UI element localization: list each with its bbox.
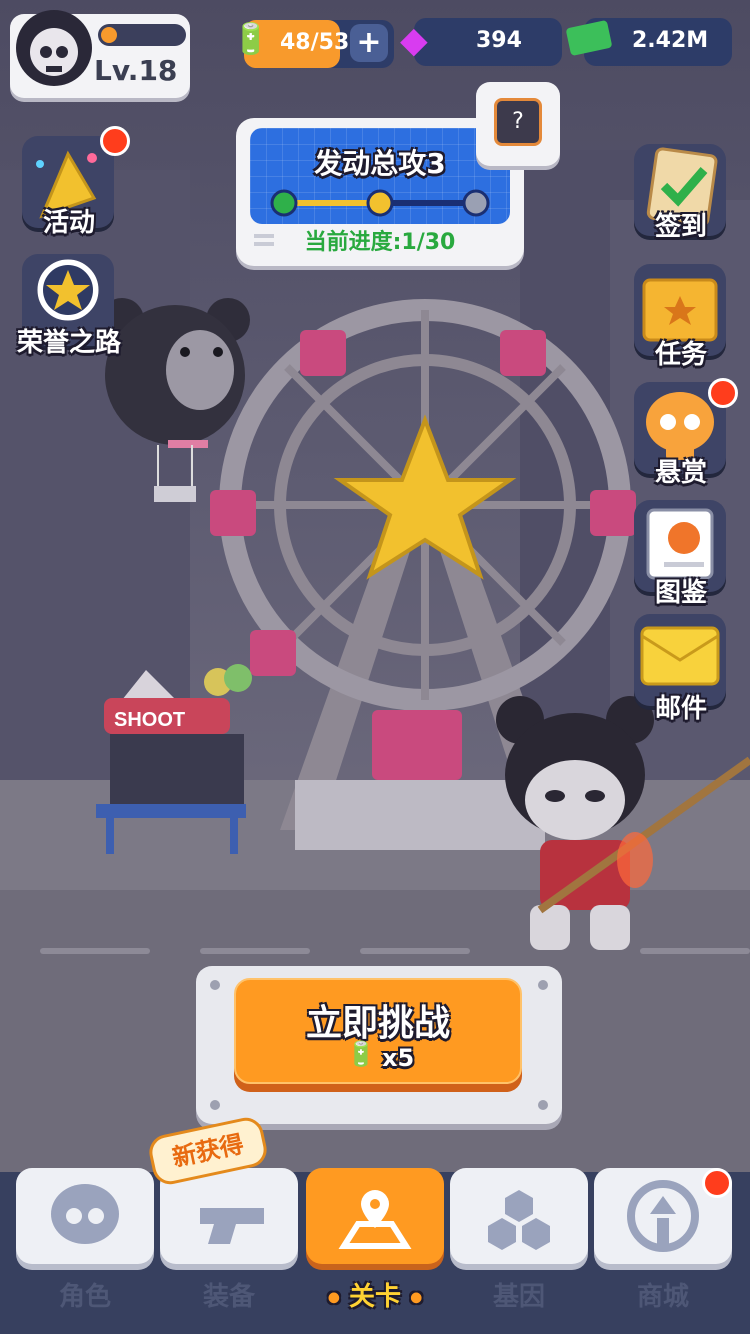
battery-icon: 🔋 — [346, 1040, 376, 1068]
booth-sign: SHOOT — [114, 709, 185, 731]
xp-fill — [101, 27, 117, 43]
skull-icon — [51, 1184, 119, 1244]
energy-counter[interactable]: 🔋 48/53 + — [232, 20, 394, 68]
nav-character[interactable] — [16, 1168, 154, 1264]
signin-label: 签到 — [654, 212, 707, 242]
map-pin-icon — [338, 1190, 412, 1249]
player-level: Lv.18 — [94, 54, 178, 87]
events-label: 活动 — [42, 208, 95, 238]
shooting-booth: SHOOT — [96, 664, 252, 854]
add-energy-button[interactable]: + — [350, 24, 388, 62]
challenge-cost: x5 — [382, 1044, 415, 1072]
hexagon-cluster-icon — [488, 1190, 550, 1250]
quest-boss-preview[interactable]: ? — [476, 82, 560, 166]
bolt-icon — [538, 980, 548, 990]
gun-icon — [200, 1208, 264, 1244]
nav-stage-text: 关卡 — [348, 1282, 401, 1312]
bolt-icon — [210, 980, 220, 990]
battery-icon: 🔋 — [232, 22, 270, 57]
nav-equipment-label: 装备 — [202, 1282, 255, 1312]
player-profile[interactable]: Lv.18 — [10, 10, 190, 98]
quest-progress-track — [270, 189, 490, 217]
events-badge — [100, 126, 130, 156]
road-marking — [40, 948, 150, 954]
gem-value: 394 — [476, 28, 522, 53]
gem-icon: ◆ — [400, 20, 428, 61]
unknown-boss-icon: ? — [494, 98, 542, 146]
bolt-icon — [210, 1100, 220, 1110]
challenge-label: 立即挑战 — [305, 1003, 450, 1044]
dot-icon: ● — [410, 1289, 423, 1306]
quest-progress-text: 当前进度:1/30 — [304, 230, 456, 255]
nav-shop-label: 商城 — [636, 1282, 689, 1312]
road-marking — [360, 948, 470, 954]
bounty-label: 悬赏 — [654, 458, 707, 488]
nav-equipment[interactable] — [160, 1168, 298, 1264]
nav-gene-label: 基因 — [492, 1282, 545, 1312]
cash-value: 2.42M — [632, 28, 709, 53]
avatar[interactable] — [16, 10, 92, 86]
bolt-icon — [538, 1100, 548, 1110]
tasks-label: 任务 — [654, 340, 707, 370]
road-marking — [200, 948, 310, 954]
xp-bar — [98, 24, 186, 46]
gem-counter[interactable]: ◆ 394 — [400, 18, 562, 66]
honor-road-label: 荣誉之路 — [16, 328, 121, 358]
shop-badge — [702, 1168, 732, 1198]
quest-title: 发动总攻3 — [314, 147, 446, 180]
codex-label: 图鉴 — [654, 578, 707, 608]
nav-stage[interactable] — [306, 1168, 444, 1264]
skull-icon — [30, 28, 78, 76]
player-character — [496, 696, 750, 950]
bounty-badge — [708, 378, 738, 408]
nav-gene[interactable] — [450, 1168, 588, 1264]
nav-stage-label: ● 关卡 ● — [306, 1276, 444, 1313]
dot-icon: ● — [327, 1289, 340, 1306]
energy-value: 48/53 — [280, 30, 350, 55]
challenge-button[interactable]: 立即挑战 🔋 x5 — [234, 978, 522, 1084]
quest-map: 发动总攻3 — [250, 128, 510, 224]
mail-label: 邮件 — [654, 694, 707, 724]
nav-character-label: 角色 — [58, 1282, 111, 1312]
cash-counter[interactable]: 2.42M — [565, 18, 732, 66]
